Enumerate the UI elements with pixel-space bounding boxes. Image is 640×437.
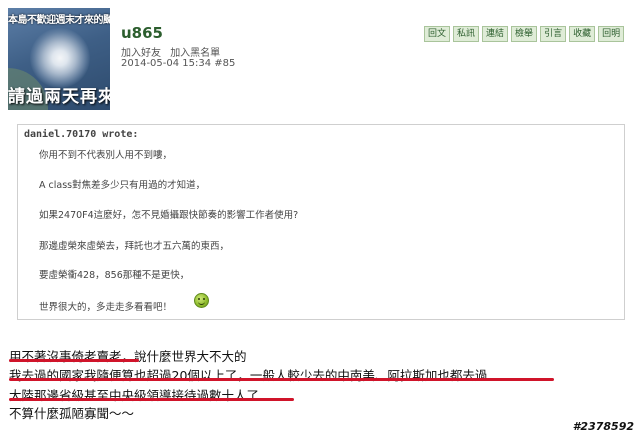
quote-button[interactable]: 引言 xyxy=(540,26,567,42)
username[interactable]: u865 xyxy=(121,24,163,42)
red-underline xyxy=(9,359,139,362)
favorite-button[interactable]: 收藏 xyxy=(569,26,596,42)
quote-author: daniel.70170 wrote: xyxy=(24,129,139,140)
reply-line: 我去過的國家我隨便算也超過20個以上了，一般人較少去的中南美、阿拉斯加也都去過 xyxy=(9,368,488,383)
link-button[interactable]: 連結 xyxy=(482,26,509,42)
avatar[interactable]: 本島不歡迎週末才來的颱風 請過兩天再來 xyxy=(8,8,110,110)
reply-line: 用不著沒事倚老賣老，說什麼世界大不大的 xyxy=(9,349,247,364)
reply-clear-button[interactable]: 回明 xyxy=(598,26,625,42)
quote-line: 你用不到不代表別人用不到嘍， xyxy=(39,150,173,161)
avatar-bottom-text: 請過兩天再來 xyxy=(8,87,110,107)
user-links: 加入好友 加入黑名單 xyxy=(121,44,226,59)
quote-line: 世界很大的，多走走多看看吧！ xyxy=(39,302,173,313)
watermark-text: #2378592 xyxy=(572,420,634,433)
post-meta: 2014-05-04 15:34 #85 xyxy=(121,58,236,69)
avatar-typhoon-swirl xyxy=(30,28,90,88)
reply-line: 不算什麼孤陋寡聞～～ xyxy=(9,406,135,421)
quote-block: daniel.70170 wrote: 你用不到不代表別人用不到嘍， A cla… xyxy=(17,124,625,320)
post-actions: 回文 私訊 連結 檢舉 引言 收藏 回明 xyxy=(424,26,625,42)
private-message-button[interactable]: 私訊 xyxy=(453,26,480,42)
avatar-top-text: 本島不歡迎週末才來的颱風 xyxy=(8,15,110,26)
smiley-icon xyxy=(194,293,209,308)
report-button[interactable]: 檢舉 xyxy=(511,26,538,42)
red-underline xyxy=(9,378,554,381)
reply-line: 大陸那邊省級甚至中央級領導接待過數十人了 xyxy=(9,388,260,403)
quote-line: A class對焦差多少只有用過的才知道， xyxy=(39,180,206,191)
quote-line: 要虛榮衝428，856那種不是更快， xyxy=(39,270,190,281)
reply-button[interactable]: 回文 xyxy=(424,26,451,42)
quote-line: 如果2470F4這麼好，怎不見婚攝跟快節奏的影響工作者使用? xyxy=(39,210,299,221)
red-underline xyxy=(9,398,294,401)
quote-line: 那邊虛榮來虛榮去，拜託也才五六萬的東西， xyxy=(39,241,230,252)
